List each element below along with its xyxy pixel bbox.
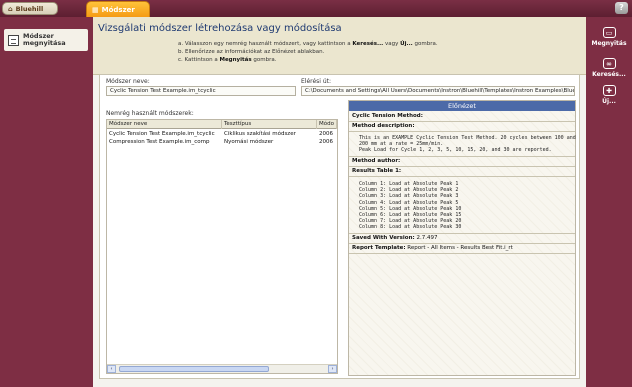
open-button-label: Megnyitás: [591, 40, 627, 47]
page-title: Vizsgálati módszer létrehozása vagy módo…: [98, 23, 342, 34]
tab-method-label: Módszer: [101, 5, 135, 14]
home-tab-label: Bluehill: [15, 4, 44, 13]
column-header-modified[interactable]: Módo: [317, 120, 337, 129]
preview-method-heading: Cyclic Tension Method:: [352, 113, 423, 119]
search-button-label: Keresés...: [592, 71, 626, 78]
preview-panel: Előnézet Cyclic Tension Method: Method d…: [348, 100, 576, 376]
preview-version: Saved With Version: 2.7.497: [352, 235, 438, 241]
scroll-left-icon[interactable]: ‹: [107, 365, 116, 373]
new-button[interactable]: ✚ Új...: [586, 85, 632, 105]
sidebar-item-label: Módszer megnyitása: [23, 32, 66, 47]
help-button[interactable]: ?: [615, 2, 628, 14]
new-button-label: Új...: [602, 98, 616, 105]
path-label: Elérési út:: [301, 78, 332, 85]
search-icon: ∞: [602, 58, 616, 69]
preview-results-heading: Results Table 1:: [352, 168, 402, 174]
table-row[interactable]: Compression Test Example.im_comp Nyomási…: [107, 138, 337, 146]
right-action-bar: ▭ Megnyitás ∞ Keresés... ✚ Új...: [586, 17, 632, 387]
document-icon: [8, 34, 19, 46]
home-tab[interactable]: ⌂ Bluehill: [2, 2, 58, 15]
page-header: Vizsgálati módszer létrehozása vagy módo…: [93, 17, 586, 75]
column-header-method-name[interactable]: Módszer neve: [107, 120, 222, 129]
preview-template: Report Template: Report - All Items - Re…: [352, 245, 513, 251]
top-bar: ⌂ Bluehill ▦ Módszer ?: [0, 0, 632, 17]
table-header: Módszer neve Teszttípus Módo: [107, 120, 337, 129]
instructions: a. Válasszon egy nemrég használt módszer…: [178, 41, 438, 63]
path-field[interactable]: C:\Documents and Settings\All Users\Docu…: [301, 86, 575, 96]
main-panel: Módszer neve: Cyclic Tension Test Exampl…: [99, 74, 580, 379]
column-header-test-type[interactable]: Teszttípus: [222, 120, 317, 129]
recent-methods-label: Nemrég használt módszerek:: [106, 110, 194, 117]
scroll-thumb[interactable]: [119, 366, 269, 372]
preview-results-text: Column 1: Load at Absolute Peak 1 Column…: [359, 181, 462, 231]
new-icon: ✚: [602, 85, 616, 96]
folder-open-icon: ▭: [602, 27, 616, 38]
method-tab-icon: ▦: [92, 5, 99, 14]
search-button[interactable]: ∞ Keresés...: [586, 58, 632, 78]
preview-desc-text: This is an EXAMPLE Cyclic Tension Test M…: [359, 135, 576, 154]
method-name-label: Módszer neve:: [106, 78, 150, 85]
left-sidebar: Módszer megnyitása: [0, 17, 93, 387]
home-icon: ⌂: [8, 4, 13, 13]
preview-desc-heading: Method description:: [352, 123, 415, 129]
tab-method[interactable]: ▦ Módszer: [86, 1, 150, 17]
preview-author-heading: Method author:: [352, 158, 401, 164]
table-row[interactable]: Cyclic Tension Test Example.im_tcyclic C…: [107, 130, 337, 138]
method-name-field[interactable]: Cyclic Tension Test Example.im_tcyclic: [106, 86, 296, 96]
preview-title: Előnézet: [349, 101, 575, 111]
sidebar-item-open-method[interactable]: Módszer megnyitása: [4, 29, 88, 51]
open-button[interactable]: ▭ Megnyitás: [586, 27, 632, 47]
scroll-right-icon[interactable]: ›: [328, 365, 337, 373]
horizontal-scrollbar[interactable]: ‹ ›: [107, 364, 337, 373]
recent-methods-table[interactable]: Módszer neve Teszttípus Módo Cyclic Tens…: [106, 119, 338, 374]
